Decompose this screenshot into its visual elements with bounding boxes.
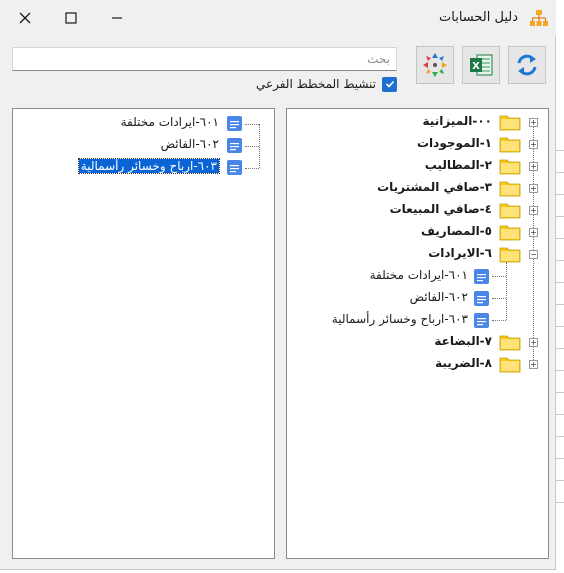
expand-button[interactable]: + <box>529 118 538 127</box>
search-input[interactable] <box>12 47 397 71</box>
move-arrows-icon <box>423 53 447 77</box>
close-button[interactable] <box>2 0 48 36</box>
tree-item-expenses[interactable]: ٥-المصاريف + <box>287 222 548 242</box>
account-leaf-icon <box>474 291 489 306</box>
folder-icon <box>499 115 521 131</box>
excel-icon: X <box>470 54 493 76</box>
expand-button[interactable]: + <box>529 206 538 215</box>
account-leaf-icon <box>227 138 242 153</box>
sub-tree-item-label: ٦٠٢-الفائض <box>160 137 219 151</box>
tree-child-item[interactable]: ٦٠٢-الفائض <box>287 288 492 308</box>
sub-tree-item-label: ٦٠١-ايرادات مختلفة <box>120 115 219 129</box>
tree-item-label: ٣-صافي المشتريات <box>377 180 492 194</box>
expand-button[interactable]: + <box>529 140 538 149</box>
folder-icon <box>499 203 521 219</box>
sub-tree-item-selected[interactable]: ٦٠٣-ارباح وخسائر رأسمالية <box>13 157 245 177</box>
tree-item-net-sales[interactable]: ٤-صافي المبيعات + <box>287 200 548 220</box>
sub-chart-toggle[interactable]: تنشيط المخطط الفرعي <box>256 76 397 92</box>
tree-item-label: ٦-الايرادات <box>428 246 492 260</box>
collapse-button[interactable]: − <box>529 250 538 259</box>
expand-button[interactable]: + <box>529 360 538 369</box>
tree-child-item[interactable]: ٦٠٣-ارباح وخسائر رأسمالية <box>287 310 492 330</box>
title-bar: دليل الحسابات <box>0 0 556 36</box>
folder-icon <box>499 335 521 351</box>
tree-item-label: ١-الموجودات <box>417 136 492 150</box>
tree-item-tax[interactable]: ٨-الضريبة + <box>287 354 548 374</box>
folder-icon <box>499 225 521 241</box>
sub-chart-toggle-label: تنشيط المخطط الفرعي <box>255 77 376 91</box>
tree-item-label: ٦٠٢-الفائض <box>409 290 468 304</box>
tree-item-net-purchases[interactable]: ٣-صافي المشتريات + <box>287 178 548 198</box>
tree-item-label: ٤-صافي المبيعات <box>389 202 492 216</box>
chart-of-accounts-window: دليل الحسابات X <box>0 0 556 570</box>
folder-icon <box>499 357 521 373</box>
refresh-button[interactable] <box>508 46 546 84</box>
tree-item-assets[interactable]: ١-الموجودات + <box>287 134 548 154</box>
expand-button[interactable]: + <box>529 338 538 347</box>
move-button[interactable] <box>416 46 454 84</box>
tree-item-label: ٧-البضاعة <box>434 334 492 348</box>
account-leaf-icon <box>474 313 489 328</box>
tree-child-item[interactable]: ٦٠١-ايرادات مختلفة <box>287 266 492 286</box>
account-leaf-icon <box>227 160 242 175</box>
folder-icon <box>499 137 521 153</box>
maximize-button[interactable] <box>48 0 94 36</box>
folder-icon <box>499 159 521 175</box>
tree-item-label: ٦٠١-ايرادات مختلفة <box>369 268 468 282</box>
folder-icon <box>499 181 521 197</box>
background-app-strip <box>556 0 564 573</box>
tree-item-label: ٦٠٣-ارباح وخسائر رأسمالية <box>331 312 468 326</box>
sub-tree-item[interactable]: ٦٠١-ايرادات مختلفة <box>13 113 245 133</box>
accounts-tree-panel[interactable]: ٠٠-الميزانية + ١-الموجودات + ٢-المطاليب … <box>286 108 549 559</box>
tree-item-balance[interactable]: ٠٠-الميزانية + <box>287 112 548 132</box>
account-leaf-icon <box>227 116 242 131</box>
minimize-button[interactable] <box>94 0 140 36</box>
checkbox[interactable] <box>382 76 397 92</box>
sub-tree-item-label: ٦٠٣-ارباح وخسائر رأسمالية <box>77 158 221 174</box>
sub-accounts-panel[interactable]: ٦٠١-ايرادات مختلفة ٦٠٢-الفائض ٦٠٣-ارباح … <box>12 108 275 559</box>
tree-item-revenues[interactable]: ٦-الايرادات − <box>287 244 548 264</box>
expand-button[interactable]: + <box>529 228 538 237</box>
tree-item-label: ٥-المصاريف <box>420 224 492 238</box>
check-icon <box>385 80 394 88</box>
tree-item-label: ٠٠-الميزانية <box>422 114 492 128</box>
export-excel-button[interactable]: X <box>462 46 500 84</box>
tree-item-label: ٢-المطاليب <box>424 158 492 172</box>
maximize-icon <box>65 12 77 24</box>
org-chart-icon <box>530 10 548 26</box>
excel-letter: X <box>472 61 480 72</box>
tree-item-liabilities[interactable]: ٢-المطاليب + <box>287 156 548 176</box>
expand-button[interactable]: + <box>529 162 538 171</box>
close-icon <box>19 12 31 24</box>
minimize-icon <box>112 17 122 19</box>
account-leaf-icon <box>474 269 489 284</box>
window-title: دليل الحسابات <box>439 10 518 25</box>
tree-item-goods[interactable]: ٧-البضاعة + <box>287 332 548 352</box>
folder-open-icon <box>499 247 521 263</box>
sub-tree-item[interactable]: ٦٠٢-الفائض <box>13 135 245 155</box>
expand-button[interactable]: + <box>529 184 538 193</box>
tree-item-label: ٨-الضريبة <box>435 356 492 370</box>
refresh-icon <box>517 54 537 76</box>
